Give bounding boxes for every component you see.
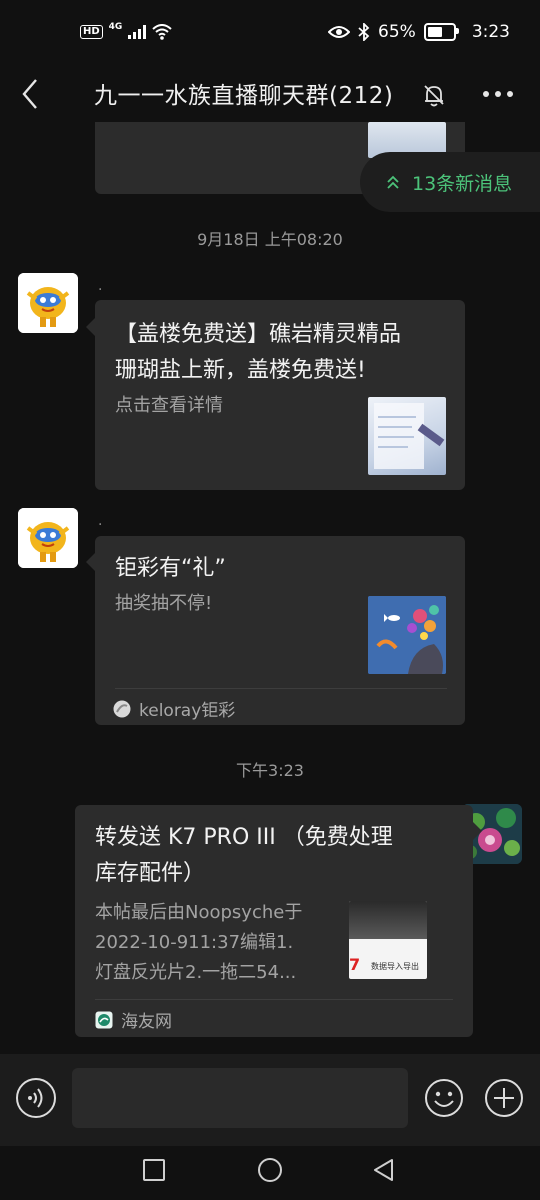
card-description-line1: 本帖最后由Noopsyche于 <box>95 902 303 923</box>
source-logo-icon <box>95 1011 113 1028</box>
card-description-line3: 灯盘反光片2.一拖二54... <box>95 962 297 983</box>
bubble-tail <box>86 553 95 571</box>
chat-title: 九一一水族直播聊天群(212) <box>94 83 394 109</box>
card-title-line1: 转发送 K7 PRO III （免费处理 <box>95 825 393 850</box>
eye-icon <box>328 26 351 38</box>
source-logo-icon <box>113 700 131 717</box>
home-circle-icon[interactable] <box>258 1158 282 1182</box>
thumbnail-mark: 7 <box>349 955 361 974</box>
signal-icon <box>128 25 147 39</box>
card-source: 海友网 <box>95 1007 172 1032</box>
card-divider <box>115 688 447 689</box>
card-thumbnail <box>368 397 446 475</box>
card-divider <box>95 999 453 1000</box>
status-right: 65% 3:23 <box>328 22 510 42</box>
link-card-message[interactable]: 转发送 K7 PRO III （免费处理 库存配件） 本帖最后由Noopsych… <box>75 805 473 1037</box>
battery-percent: 65% <box>378 22 416 42</box>
link-card-message[interactable]: 钜彩有“礼” 抽奖抽不停! keloray钜彩 <box>95 536 465 725</box>
timestamp: 下午3:23 <box>236 761 304 780</box>
card-source: keloray钜彩 <box>113 696 235 721</box>
hd-badge: HD <box>80 25 103 39</box>
avatar-cartoon-icon <box>18 273 78 333</box>
voice-input-button[interactable] <box>16 1078 56 1118</box>
bluetooth-icon <box>358 23 370 41</box>
back-button[interactable] <box>14 74 50 114</box>
voice-icon <box>28 1088 43 1108</box>
double-chevron-up-icon <box>387 175 399 189</box>
status-left: HD 4G <box>80 22 172 40</box>
smiley-icon <box>425 1079 463 1117</box>
mute-bell-icon <box>420 81 448 109</box>
recents-square-icon[interactable] <box>143 1159 165 1181</box>
avatar-cartoon-icon <box>18 508 78 568</box>
card-title: 钜彩有“礼” <box>115 556 226 581</box>
card-thumbnail <box>368 596 446 674</box>
plus-circle-icon <box>485 1079 523 1117</box>
card-title-line1: 【盖楼免费送】礁岩精灵精品 <box>115 322 402 347</box>
avatar[interactable] <box>18 273 78 333</box>
status-bar: HD 4G 65% 3:23 <box>0 0 540 66</box>
avatar[interactable] <box>18 508 78 568</box>
battery-icon <box>423 23 459 41</box>
timestamp: 9月18日 上午08:20 <box>197 230 343 249</box>
system-nav-bar <box>0 1146 540 1200</box>
new-messages-button[interactable]: 13条新消息 <box>360 152 540 212</box>
card-thumbnail-image <box>374 403 445 469</box>
source-name: 海友网 <box>121 1012 172 1032</box>
card-thumbnail: 7 数据导入导出 <box>349 901 427 979</box>
card-description-line2: 2022-10-911:37编辑1. <box>95 932 294 953</box>
chevron-left-icon <box>22 79 37 109</box>
back-triangle-icon[interactable] <box>372 1158 396 1182</box>
network-type: 4G <box>108 22 123 32</box>
link-card-message[interactable]: 【盖楼免费送】礁岩精灵精品 珊瑚盐上新，盖楼免费送! 点击查看详情 <box>95 300 465 490</box>
card-description: 抽奖抽不停! <box>115 593 213 614</box>
chat-header: 九一一水族直播聊天群(212) <box>0 66 540 122</box>
clock: 3:23 <box>471 22 510 42</box>
emoji-button[interactable] <box>424 1078 464 1118</box>
card-title-line2: 库存配件） <box>95 861 206 886</box>
bubble-tail <box>86 318 95 336</box>
message-input[interactable] <box>72 1068 408 1128</box>
sender-name: . <box>98 278 103 294</box>
card-description: 点击查看详情 <box>115 395 223 416</box>
more-dots-icon <box>483 91 513 97</box>
wifi-icon <box>152 24 172 40</box>
sender-name: . <box>98 513 103 529</box>
thumbnail-text: 数据导入导出 <box>371 962 419 971</box>
new-messages-label: 13条新消息 <box>412 172 513 195</box>
card-title-line2: 珊瑚盐上新，盖楼免费送! <box>115 358 366 383</box>
coral-reef-image <box>368 596 446 674</box>
more-functions-button[interactable] <box>484 1078 524 1118</box>
more-options-button[interactable] <box>480 80 516 108</box>
source-name: keloray钜彩 <box>139 701 236 721</box>
thumbnail-dark-band <box>349 901 427 939</box>
bubble-tail <box>473 822 482 840</box>
